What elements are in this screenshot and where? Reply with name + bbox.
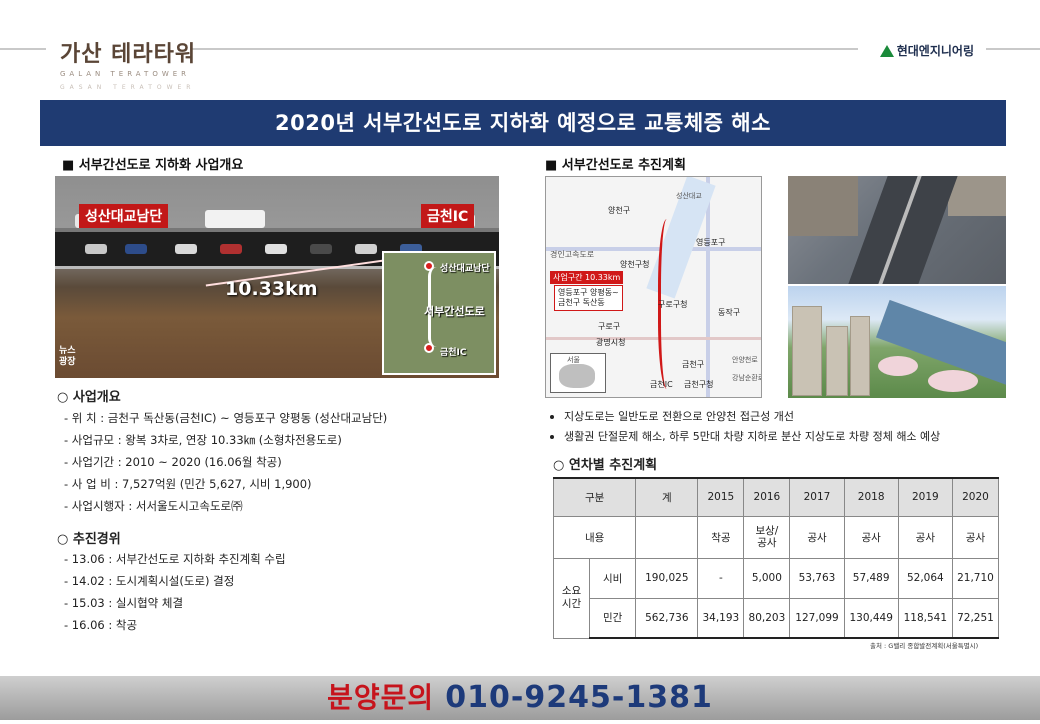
park-rendering xyxy=(788,286,1006,398)
list-item: - 위 치 : 금천구 독산동(금천IC) ~ 영등포구 양평동 (성산대교남단… xyxy=(64,411,388,425)
sign-left: 성산대교남단 xyxy=(79,204,169,228)
route-map: 양천구 영등포구 구로구청 동작구 구로구 광명시청 금천구 금천구청 금천IC… xyxy=(545,176,762,398)
brand-logo: 가산 테라타워 GALAN TERATOWER GASAN TERATOWER xyxy=(60,36,196,91)
list-item: - 14.02 : 도시계획시설(도로) 결정 xyxy=(64,574,235,588)
project-section-note: 영등포구 양평동~ 금천구 독산동 xyxy=(554,285,623,311)
brand-title: 가산 테라타워 xyxy=(60,42,197,67)
list-item: - 15.03 : 실시협약 체결 xyxy=(64,596,184,610)
list-item: - 사업규모 : 왕복 3차로, 연장 10.33㎞ (소형차전용도로) xyxy=(64,433,342,447)
pin-icon xyxy=(424,343,434,353)
triangle-icon xyxy=(879,44,894,57)
pin-icon xyxy=(424,261,434,271)
table-title: ○ 연차별 추진계획 xyxy=(553,458,658,473)
contact-phone[interactable]: 010-9245-1381 xyxy=(445,680,713,715)
seoul-inset-map: 서울 xyxy=(550,353,606,393)
list-item: - 사업기간 : 2010 ~ 2020 (16.06월 착공) xyxy=(64,455,282,469)
company-name: 현대엔지니어링 xyxy=(896,44,974,58)
bullet-item: 생활권 단절문제 해소, 하루 5만대 차량 지하로 분산 지상도로 차량 정체… xyxy=(550,428,940,444)
highway-photo xyxy=(788,176,1006,284)
overview-title: ○ 사업개요 xyxy=(57,390,121,405)
annual-plan-table: 구분 계 2015 2016 2017 2018 2019 2020 내용 착공… xyxy=(552,477,1000,639)
header-line-end xyxy=(986,48,1040,50)
page-title: 2020년 서부간선도로 지하화 예정으로 교통체증 해소 xyxy=(40,100,1006,146)
list-item: - 13.06 : 서부간선도로 지하화 추진계획 수립 xyxy=(64,552,286,566)
bullet-item: 지상도로는 일반도로 전환으로 안양천 접근성 개선 xyxy=(550,408,794,424)
news-logo: 뉴스 광장 xyxy=(59,346,76,367)
header-line-right xyxy=(190,48,858,50)
history-title: ○ 추진경위 xyxy=(57,532,121,547)
route-minimap: 성산대교남단 서부간선도로 금천IC xyxy=(382,251,496,375)
distance-label: 10.33km xyxy=(225,278,318,300)
sign-right: 금천IC xyxy=(421,204,475,228)
source-note: 출처 : G밸리 종합발전계획(서울특별시) xyxy=(870,642,979,650)
contact-label: 분양문의 xyxy=(327,681,435,714)
contact-footer: 분양문의 010-9245-1381 xyxy=(0,676,1040,720)
header-line-left xyxy=(0,48,46,50)
right-section-title: ■ 서부간선도로 추진계획 xyxy=(545,158,686,173)
brand-subtitle-faint: GASAN TERATOWER xyxy=(60,84,196,91)
list-item: - 사 업 비 : 7,527억원 (민간 5,627, 시비 1,900) xyxy=(64,477,312,491)
company-logo: 현대엔지니어링 xyxy=(879,42,974,59)
project-section-label: 사업구간 10.33km xyxy=(550,271,624,284)
brand-subtitle: GALAN TERATOWER xyxy=(60,70,191,78)
left-section-title: ■ 서부간선도로 지하화 사업개요 xyxy=(62,158,244,173)
tunnel-illustration: 성산대교남단 금천IC 10.33km 성산대교남단 서부간선도로 금천IC 뉴… xyxy=(55,176,499,378)
list-item: - 사업시행자 : 서서울도시고속도로㈜ xyxy=(64,499,243,513)
list-item: - 16.06 : 착공 xyxy=(64,618,138,632)
